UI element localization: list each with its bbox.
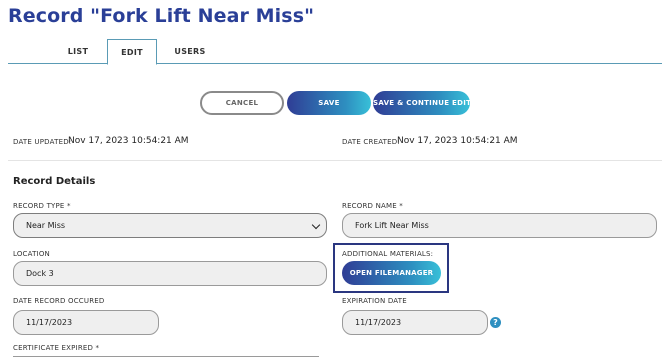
tab-list[interactable]: LIST	[56, 39, 100, 64]
save-continue-edit-button[interactable]: SAVE & CONTINUE EDIT	[373, 91, 471, 115]
date-occurred-input[interactable]: 11/17/2023	[13, 310, 159, 335]
record-name-input[interactable]: Fork Lift Near Miss	[342, 213, 657, 238]
save-button[interactable]: SAVE	[287, 91, 371, 115]
page-title: Record "Fork Lift Near Miss"	[8, 5, 315, 27]
record-type-value: Near Miss	[26, 221, 66, 230]
tab-edit[interactable]: EDIT	[107, 39, 157, 65]
chevron-down-icon	[311, 220, 321, 230]
record-name-value: Fork Lift Near Miss	[355, 221, 429, 230]
record-type-select[interactable]: Near Miss	[13, 213, 327, 238]
open-filemanager-button[interactable]: OPEN FILEMANAGER	[342, 261, 441, 285]
help-icon[interactable]: ?	[490, 317, 501, 328]
additional-materials-label: ADDITIONAL MATERIALS:	[342, 250, 434, 258]
expiration-date-input[interactable]: 11/17/2023	[342, 310, 488, 335]
cancel-button[interactable]: CANCEL	[200, 91, 284, 115]
section-title: Record Details	[13, 176, 96, 187]
record-name-label: RECORD NAME *	[342, 202, 403, 210]
date-updated-value: Nov 17, 2023 10:54:21 AM	[68, 136, 189, 146]
date-created-value: Nov 17, 2023 10:54:21 AM	[397, 136, 518, 146]
location-label: LOCATION	[13, 250, 50, 258]
date-occurred-value: 11/17/2023	[26, 318, 73, 327]
date-occurred-label: DATE RECORD OCCURED	[13, 297, 105, 305]
expiration-date-label: EXPIRATION DATE	[342, 297, 407, 305]
location-input[interactable]: Dock 3	[13, 261, 327, 286]
expiration-date-value: 11/17/2023	[355, 318, 402, 327]
location-value: Dock 3	[26, 269, 54, 278]
section-divider	[8, 160, 662, 161]
certificate-expired-label: CERTIFICATE EXPIRED *	[13, 344, 100, 352]
tab-users[interactable]: USERS	[170, 39, 210, 64]
date-created-label: DATE CREATED:	[342, 138, 400, 146]
date-updated-label: DATE UPDATED:	[13, 138, 72, 146]
record-type-label: RECORD TYPE *	[13, 202, 71, 210]
